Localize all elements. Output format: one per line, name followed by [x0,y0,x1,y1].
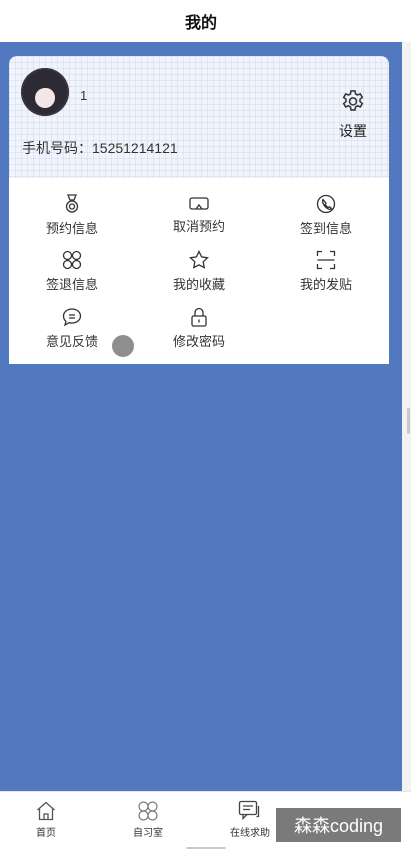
menu-label: 我的发贴 [299,277,352,292]
menu-item-change-password[interactable]: 修改密码 [136,307,262,351]
scrollbar-thumb[interactable] [407,408,410,434]
main-content: 1 手机号码：15251214121 设置 预约信息 取消预约 签到信息 签退信… [0,42,402,791]
menu-label: 我的收藏 [172,277,225,292]
header-bar: 我的 [0,0,402,42]
menu-label: 签到信息 [299,221,352,236]
settings-button[interactable]: 设置 [331,88,375,141]
home-icon [37,801,55,821]
menu-grid: 预约信息 取消预约 签到信息 签退信息 我的收藏 我的发贴 意见反馈 修改密码 [9,178,389,364]
chat-icon [238,800,260,821]
menu-item-appointment-info[interactable]: 预约信息 [9,194,135,238]
tab-home[interactable]: 首页 [6,800,86,839]
phone-circle-icon [316,194,336,214]
menu-label: 预约信息 [45,221,98,236]
grid-circles-icon [62,250,82,270]
home-indicator [186,847,226,849]
settings-label: 设置 [339,123,367,139]
tab-label: 首页 [36,828,56,839]
menu-item-cancel-appointment[interactable]: 取消预约 [136,194,262,238]
menu-label: 取消预约 [172,219,225,234]
watermark: 森森coding [276,808,401,842]
menu-label: 签退信息 [45,277,98,292]
tab-study-room[interactable]: 自习室 [108,800,188,839]
tab-label: 自习室 [133,828,163,839]
page-title: 我的 [184,15,217,32]
avatar[interactable] [21,68,69,116]
scan-icon [316,250,336,270]
menu-label: 修改密码 [172,334,225,349]
scrollbar[interactable] [402,42,411,791]
menu-item-checkin-info[interactable]: 签到信息 [263,194,389,238]
phone-number: 手机号码：15251214121 [22,140,178,156]
chat-bubble-icon [62,308,82,327]
gear-icon [342,90,364,111]
medal-icon [65,194,79,213]
star-icon [189,250,209,269]
menu-item-my-posts[interactable]: 我的发贴 [263,250,389,294]
profile-card: 1 手机号码：15251214121 设置 [9,56,389,178]
floating-assistive-ball[interactable] [112,335,134,357]
vr-glasses-icon [189,197,209,210]
lock-icon [191,307,207,327]
clover-icon [138,801,158,821]
menu-item-checkout-info[interactable]: 签退信息 [9,250,135,294]
menu-item-my-favorites[interactable]: 我的收藏 [136,250,262,294]
username: 1 [80,88,88,103]
